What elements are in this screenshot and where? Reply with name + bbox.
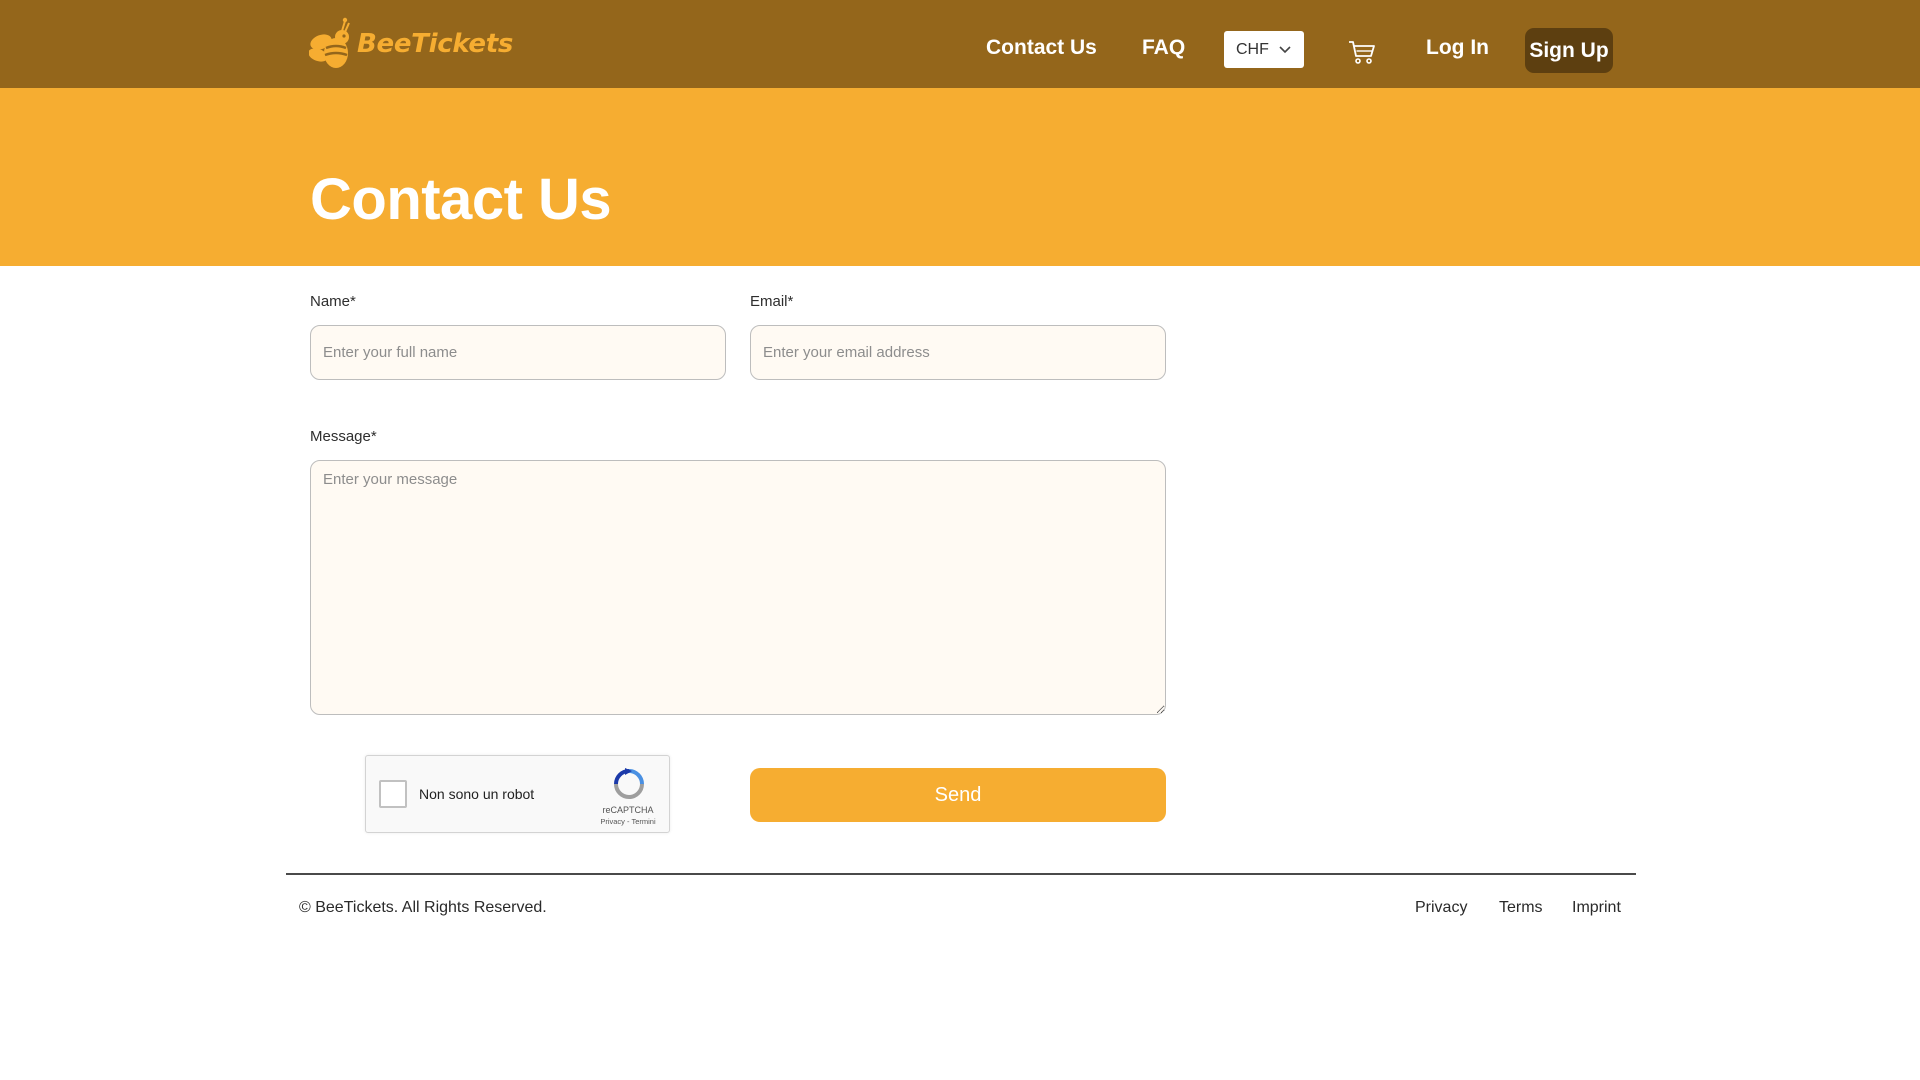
nav-log-in[interactable]: Log In xyxy=(1426,36,1489,60)
nav-faq[interactable]: FAQ xyxy=(1142,36,1185,60)
logo-text: BeeTickets xyxy=(357,29,514,59)
footer-link-terms[interactable]: Terms xyxy=(1499,899,1543,917)
top-navigation-bar: BeeTickets Contact Us FAQ CHF Log In Sig… xyxy=(0,0,1920,88)
nav-contact-us[interactable]: Contact Us xyxy=(986,36,1097,60)
email-label: Email* xyxy=(750,293,794,310)
name-input[interactable] xyxy=(310,325,726,380)
recaptcha-label: Non sono un robot xyxy=(419,786,535,802)
page-hero: Contact Us xyxy=(0,88,1920,266)
email-input[interactable] xyxy=(750,325,1166,380)
recaptcha-icon xyxy=(614,768,644,799)
footer-copyright: © BeeTickets. All Rights Reserved. xyxy=(299,899,547,916)
cart-icon xyxy=(1349,41,1375,64)
logo[interactable]: BeeTickets xyxy=(309,13,513,75)
cart-button[interactable] xyxy=(1347,37,1377,67)
bee-icon xyxy=(309,17,350,68)
message-textarea[interactable] xyxy=(310,460,1166,715)
chevron-down-icon xyxy=(1279,45,1291,53)
recaptcha-links[interactable]: Privacy - Termini xyxy=(590,817,666,826)
currency-select[interactable]: CHF xyxy=(1224,31,1304,68)
recaptcha-checkbox[interactable] xyxy=(379,780,407,808)
page-title: Contact Us xyxy=(310,167,612,232)
recaptcha-brand: reCAPTCHA xyxy=(602,805,654,815)
sign-up-button[interactable]: Sign Up xyxy=(1525,28,1613,73)
recaptcha-widget: Non sono un robot reCAPTCHA Privacy - Te… xyxy=(365,755,670,833)
footer-link-privacy[interactable]: Privacy xyxy=(1415,899,1467,917)
footer-link-imprint[interactable]: Imprint xyxy=(1572,899,1621,917)
currency-value: CHF xyxy=(1236,40,1269,58)
send-button[interactable]: Send xyxy=(750,768,1166,822)
name-label: Name* xyxy=(310,293,356,310)
message-label: Message* xyxy=(310,428,377,445)
footer-divider xyxy=(286,873,1636,875)
